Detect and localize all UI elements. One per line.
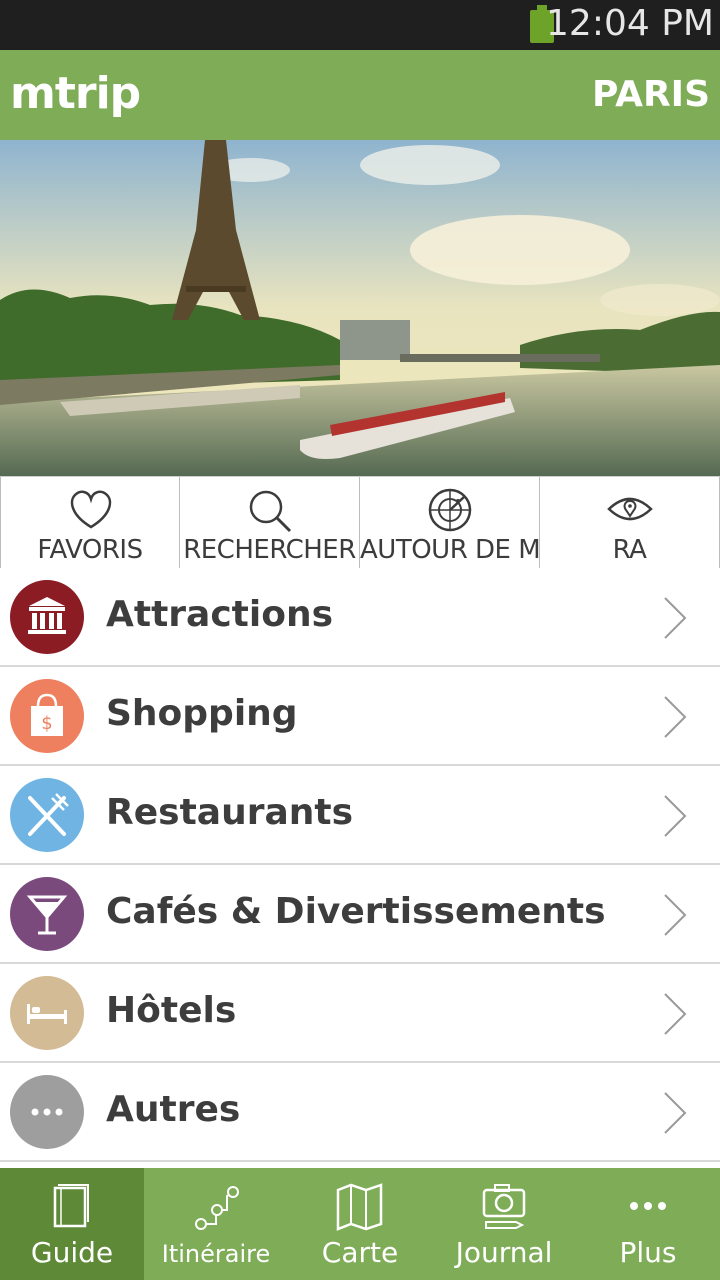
more-icon — [576, 1182, 720, 1232]
heart-icon — [1, 487, 179, 533]
tab-journal[interactable]: Journal — [432, 1168, 576, 1280]
tab-label: Plus — [619, 1236, 677, 1269]
tab-guide[interactable]: Guide — [0, 1168, 144, 1280]
app-logo: mtrip — [10, 68, 141, 119]
category-label: Autres — [106, 1089, 241, 1130]
category-restaurants[interactable]: Restaurants — [0, 766, 720, 865]
app-bar: mtrip PARIS — [0, 50, 720, 140]
eiffel-tower-photo — [0, 140, 720, 476]
eye-icon — [540, 487, 719, 533]
ar-label: RA — [612, 535, 647, 565]
shopping-bag-icon: $ — [10, 679, 84, 753]
bed-icon — [10, 976, 84, 1050]
map-icon — [288, 1182, 432, 1232]
ar-button[interactable]: RA — [540, 477, 720, 568]
cocktail-icon — [10, 877, 84, 951]
chevron-right-icon — [664, 597, 687, 639]
museum-icon — [10, 580, 84, 654]
chevron-right-icon — [664, 894, 687, 936]
category-cafes[interactable]: Cafés & Divertissements — [0, 865, 720, 964]
tab-map[interactable]: Carte — [288, 1168, 432, 1280]
search-label: RECHERCHER — [183, 535, 356, 565]
book-icon — [0, 1182, 144, 1232]
category-label: Restaurants — [106, 792, 354, 833]
category-hotels[interactable]: Hôtels — [0, 964, 720, 1063]
category-label: Shopping — [106, 693, 298, 734]
search-button[interactable]: RECHERCHER — [180, 477, 360, 568]
fork-knife-icon — [10, 778, 84, 852]
favorites-label: FAVORIS — [37, 535, 143, 565]
hero-photo — [0, 140, 720, 476]
nearby-button[interactable]: AUTOUR DE MOI — [360, 477, 568, 568]
category-label: Hôtels — [106, 990, 237, 1031]
category-list: Attractions $ Shopping Restaurants Cafés… — [0, 568, 720, 1162]
more-dots-icon — [10, 1075, 84, 1149]
status-time: 12:04 PM — [546, 3, 714, 44]
tab-label: Carte — [321, 1236, 399, 1269]
svg-text:$: $ — [41, 713, 52, 734]
chevron-right-icon — [664, 993, 687, 1035]
search-icon — [180, 487, 359, 533]
category-label: Attractions — [106, 594, 334, 635]
chevron-right-icon — [664, 795, 687, 837]
radar-icon — [360, 487, 539, 533]
category-attractions[interactable]: Attractions — [0, 568, 720, 667]
camera-icon — [432, 1182, 576, 1232]
city-selector[interactable]: PARIS — [592, 74, 710, 115]
bottom-tab-bar: Guide Itinéraire Carte Journal Plus — [0, 1168, 720, 1280]
nearby-label: AUTOUR DE MOI — [360, 535, 568, 565]
chevron-right-icon — [664, 1092, 687, 1134]
chevron-right-icon — [664, 696, 687, 738]
category-others[interactable]: Autres — [0, 1063, 720, 1162]
tab-more[interactable]: Plus — [576, 1168, 720, 1280]
tab-itinerary[interactable]: Itinéraire — [144, 1168, 288, 1280]
tab-label: Itinéraire — [161, 1240, 271, 1268]
quick-actions: FAVORIS RECHERCHER AUTOUR DE MOI RA — [0, 476, 720, 568]
status-bar: 12:04 PM — [0, 0, 720, 50]
category-shopping[interactable]: $ Shopping — [0, 667, 720, 766]
favorites-button[interactable]: FAVORIS — [0, 477, 180, 568]
route-icon — [144, 1182, 288, 1232]
tab-label: Guide — [30, 1236, 114, 1269]
tab-label: Journal — [455, 1236, 553, 1269]
category-label: Cafés & Divertissements — [106, 891, 606, 932]
